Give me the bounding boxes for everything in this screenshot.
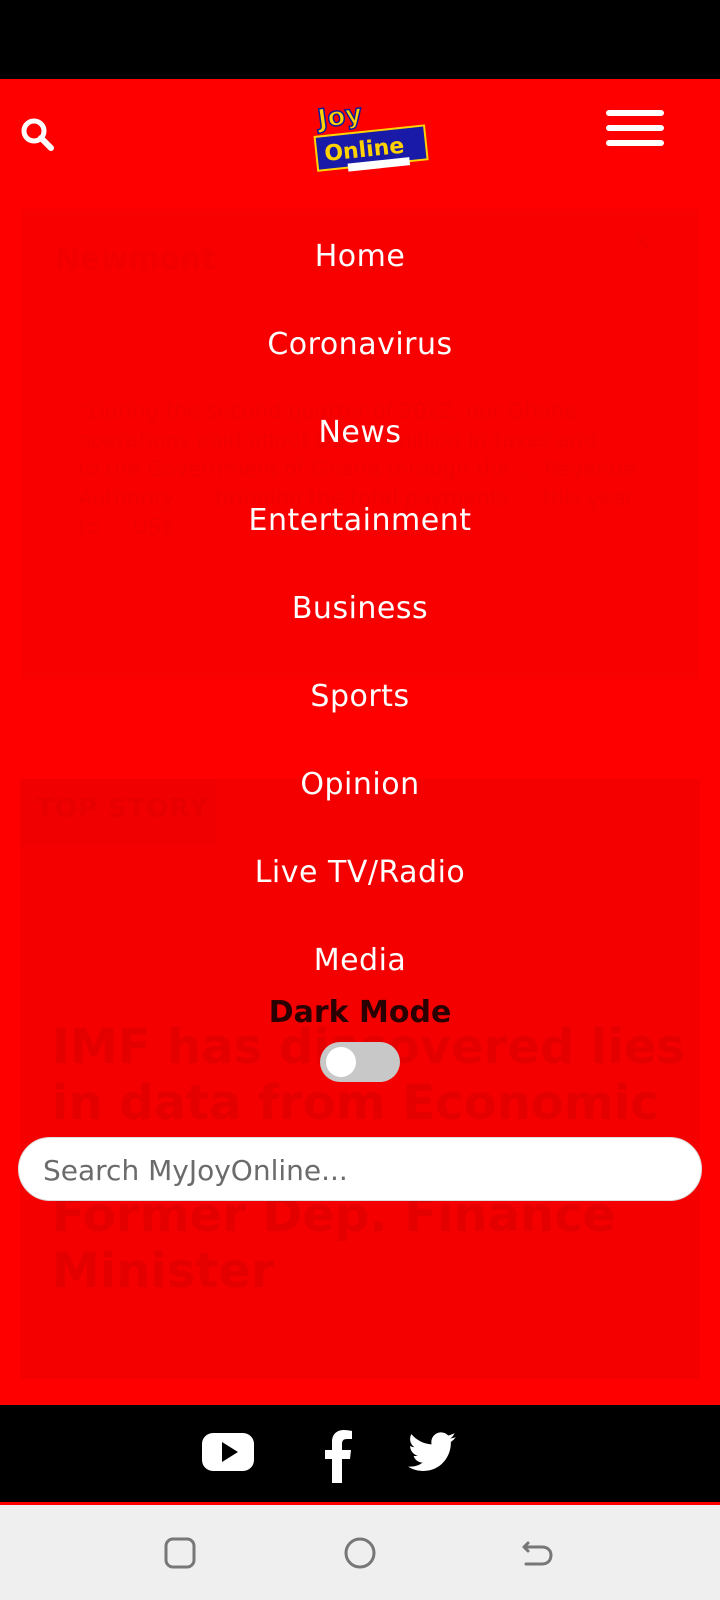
twitter-icon[interactable] xyxy=(404,1427,460,1479)
menu-item-coronavirus[interactable]: Coronavirus xyxy=(0,327,720,362)
back-icon[interactable] xyxy=(518,1533,558,1573)
facebook-icon[interactable] xyxy=(310,1427,366,1483)
toggle-knob xyxy=(326,1047,356,1077)
search-icon[interactable] xyxy=(18,115,58,155)
youtube-icon[interactable] xyxy=(200,1427,256,1479)
menu-item-live-tv-radio[interactable]: Live TV/Radio xyxy=(0,855,720,890)
app-menu-overlay: Newmont × “During the second quarter of … xyxy=(0,79,720,1405)
menu-item-home[interactable]: Home xyxy=(0,239,720,274)
menu-item-media[interactable]: Media xyxy=(0,943,720,978)
menu-item-sports[interactable]: Sports xyxy=(0,679,720,714)
background-content: Newmont × “During the second quarter of … xyxy=(0,79,720,1405)
status-bar xyxy=(0,0,720,79)
menu-item-news[interactable]: News xyxy=(0,415,720,450)
recent-apps-icon[interactable] xyxy=(160,1533,200,1573)
menu-item-opinion[interactable]: Opinion xyxy=(0,767,720,802)
home-icon[interactable] xyxy=(340,1533,380,1573)
dark-mode-toggle[interactable] xyxy=(320,1042,400,1082)
system-nav-bar xyxy=(0,1502,720,1600)
joy-online-logo[interactable]: Joy Online xyxy=(310,98,434,177)
dark-mode-label: Dark Mode xyxy=(268,995,452,1030)
social-footer xyxy=(0,1405,720,1502)
logo-joy-text: Joy xyxy=(314,99,364,135)
menu-item-entertainment[interactable]: Entertainment xyxy=(0,503,720,538)
menu-item-business[interactable]: Business xyxy=(0,591,720,626)
search-input[interactable] xyxy=(43,1150,673,1190)
hamburger-menu-icon[interactable] xyxy=(606,110,664,146)
search-box xyxy=(18,1137,702,1201)
